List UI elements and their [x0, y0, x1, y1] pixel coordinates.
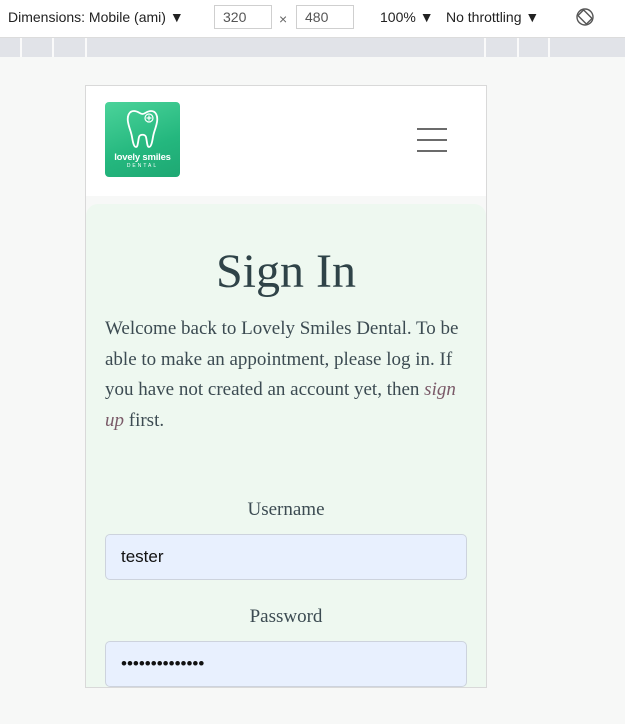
devtools-device-toolbar: Dimensions: Mobile (ami) ▼ 320 × 480 100… — [0, 0, 625, 38]
intro-text-after: first. — [124, 409, 165, 431]
page-title: Sign In — [215, 245, 356, 298]
throttling-dropdown[interactable]: No throttling ▼ — [446, 9, 539, 25]
site-logo[interactable]: lovely smiles DENTAL — [105, 102, 180, 177]
menu-hamburger-icon[interactable] — [417, 128, 447, 152]
dimension-separator: × — [279, 11, 288, 27]
logo-sub-text: DENTAL — [126, 163, 159, 169]
password-input[interactable]: •••••••••••••• — [105, 641, 467, 687]
media-query-ruler — [0, 38, 625, 57]
device-viewport: lovely smiles DENTAL Sign In Welcome bac… — [85, 85, 487, 688]
username-input[interactable]: tester — [105, 534, 467, 580]
username-label: Username — [247, 499, 325, 520]
site-header: lovely smiles DENTAL — [86, 86, 486, 196]
logo-brand-text: lovely smiles — [114, 152, 171, 163]
signin-intro: Welcome back to Lovely Smiles Dental. To… — [105, 314, 467, 436]
tooth-icon — [126, 110, 159, 148]
zoom-dropdown[interactable]: 100% ▼ — [380, 9, 434, 25]
password-label: Password — [249, 606, 323, 627]
signin-card: Sign In Welcome back to Lovely Smiles De… — [86, 204, 486, 687]
device-height-input[interactable]: 480 — [296, 5, 354, 29]
rotate-icon[interactable] — [575, 7, 595, 30]
dimensions-dropdown[interactable]: Dimensions: Mobile (ami) ▼ — [8, 9, 184, 25]
intro-text-before: Welcome back to Lovely Smiles Dental. To… — [105, 318, 459, 400]
device-width-input[interactable]: 320 — [214, 5, 272, 29]
